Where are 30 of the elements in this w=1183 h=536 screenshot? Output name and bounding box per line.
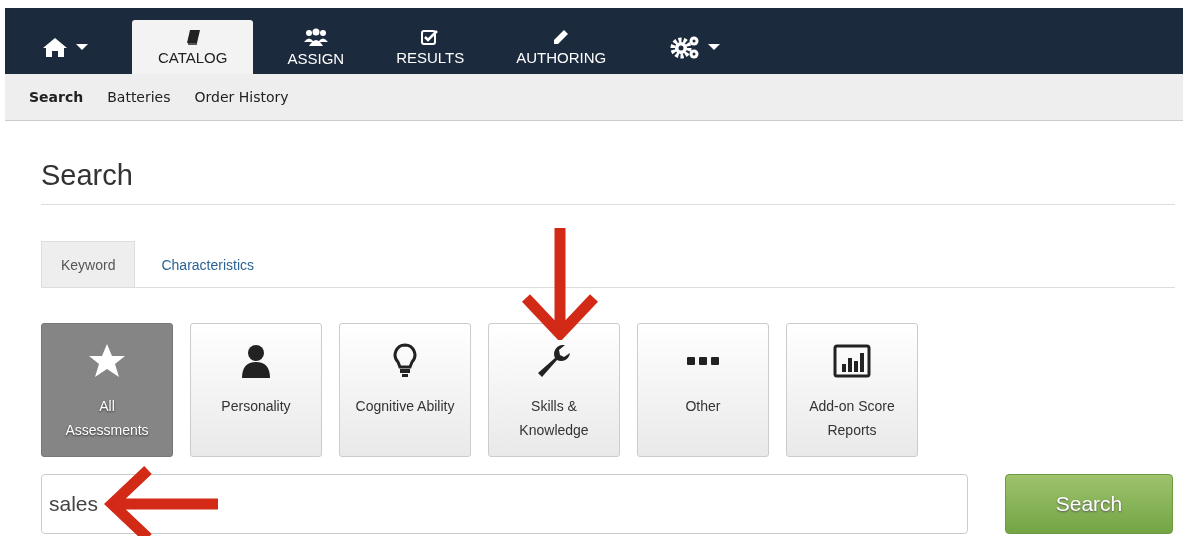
nav-tab[interactable]: RESULTS xyxy=(370,20,491,74)
search-field[interactable]: sales xyxy=(41,474,968,534)
lightbulb-icon xyxy=(393,343,417,379)
nav-tab[interactable]: AUTHORING xyxy=(490,20,633,74)
book-icon xyxy=(184,28,201,45)
search-tab[interactable]: Keyword xyxy=(41,241,136,287)
category-tile[interactable]: Skills & Knowledge xyxy=(488,323,620,457)
category-tile[interactable]: Add-on Score Reports xyxy=(786,323,918,457)
subnav-link[interactable]: Search xyxy=(29,89,84,105)
person-icon xyxy=(241,344,271,378)
caret-icon xyxy=(76,44,88,50)
category-tile[interactable]: Other xyxy=(637,323,769,457)
category-tile[interactable]: All Assessments xyxy=(41,323,173,457)
subnav-link[interactable]: Order History xyxy=(194,89,289,105)
users-icon xyxy=(303,27,328,46)
search-tab[interactable]: Characteristics xyxy=(141,241,275,287)
checkbox-icon xyxy=(421,28,440,45)
pencil-icon xyxy=(553,28,570,45)
bar-chart-icon xyxy=(833,344,871,378)
home-icon xyxy=(42,36,68,58)
category-tile[interactable]: Personality xyxy=(190,323,322,457)
nav-tab[interactable]: CATALOG xyxy=(132,20,254,74)
subnav-link[interactable]: Batteries xyxy=(107,89,171,105)
star-icon xyxy=(88,343,126,379)
caret-icon xyxy=(708,44,721,50)
more-icon xyxy=(687,355,719,367)
page-heading: Search xyxy=(41,159,1175,205)
category-tile[interactable]: Cognitive Ability xyxy=(339,323,471,457)
nav-tab[interactable]: ASSIGN xyxy=(261,20,371,74)
wrench-icon xyxy=(536,343,572,379)
